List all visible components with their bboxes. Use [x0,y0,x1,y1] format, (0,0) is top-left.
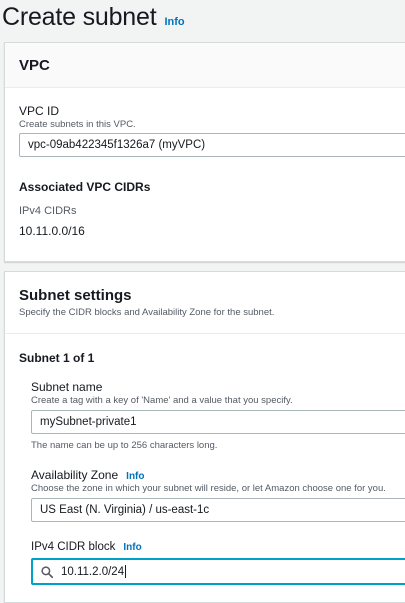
ipv4-cidr-info-link[interactable]: Info [123,542,141,553]
subnet-settings-panel: Subnet settings Specify the CIDR blocks … [4,271,405,603]
subnet-settings-header: Subnet settings Specify the CIDR blocks … [19,287,274,318]
subnet-name-input-value: mySubnet-private1 [40,416,137,428]
vpc-id-select[interactable]: vpc-09ab422345f1326a7 (myVPC) [19,133,405,157]
vpc-panel-title: VPC [19,56,50,74]
ipv4-cidr-field-label: IPv4 CIDR block Info [31,541,142,553]
subnet-count-heading: Subnet 1 of 1 [19,351,95,365]
subnet-settings-title: Subnet settings [19,287,132,304]
vpc-id-description: Create subnets in this VPC. [19,119,136,130]
subnet-name-description: Create a tag with a key of 'Name' and a … [31,395,293,406]
page-info-link[interactable]: Info [164,16,184,28]
subnet-name-label: Subnet name [31,380,103,394]
vpc-id-field-label: VPC ID Create subnets in this VPC. [19,104,136,130]
availability-zone-field-label: Availability Zone Info Choose the zone i… [31,468,386,494]
associated-cidrs-heading: Associated VPC CIDRs [19,180,151,194]
subnet-settings-description: Specify the CIDR blocks and Availability… [19,307,275,318]
subnet-name-hint: The name can be up to 256 characters lon… [31,440,218,451]
availability-zone-description: Choose the zone in which your subnet wil… [31,483,386,494]
page-header: Create subnet Info [2,0,185,34]
ipv4-cidr-value: 10.11.0.0/16 [19,224,85,238]
availability-zone-select[interactable]: US East (N. Virginia) / us-east-1c [31,498,405,522]
search-icon [41,565,53,578]
subnet-name-input[interactable]: mySubnet-private1 [31,410,405,434]
divider [5,333,405,334]
vpc-id-select-value: vpc-09ab422345f1326a7 (myVPC) [28,139,206,151]
vpc-id-label: VPC ID [19,104,60,118]
availability-zone-label: Availability Zone [31,468,119,482]
availability-zone-info-link[interactable]: Info [126,471,144,482]
page-title: Create subnet [2,3,157,31]
ipv4-cidrs-label: IPv4 CIDRs [19,205,77,217]
vpc-panel: VPC VPC ID Create subnets in this VPC. v… [4,42,405,262]
text-cursor [125,565,127,578]
ipv4-cidr-block-input[interactable]: 10.11.2.0/24 [31,558,405,585]
ipv4-cidr-block-input-value: 10.11.2.0/24 [61,565,125,578]
ipv4-cidr-block-label: IPv4 CIDR block [31,541,116,553]
availability-zone-select-value: US East (N. Virginia) / us-east-1c [40,504,210,516]
subnet-name-field-label: Subnet name Create a tag with a key of '… [31,380,293,406]
vpc-panel-header: VPC [5,43,405,88]
